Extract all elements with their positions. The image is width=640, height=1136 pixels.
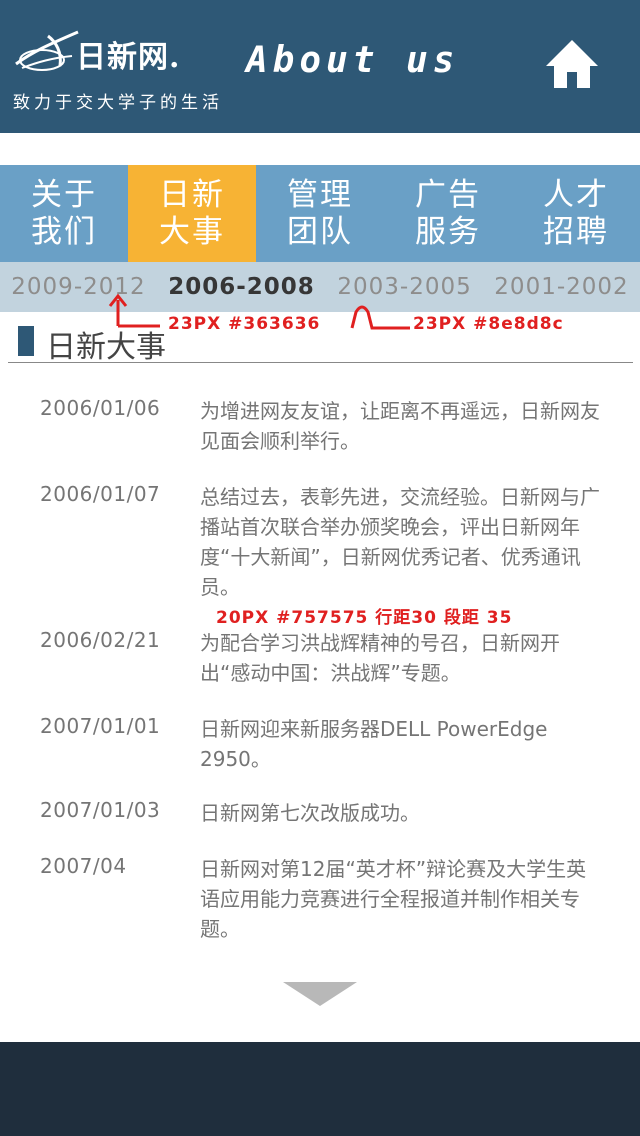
home-button[interactable] — [544, 38, 600, 92]
nav-item-label: 关于我们 — [31, 176, 97, 250]
nav-item-label: 人才招聘 — [543, 176, 609, 250]
logo-text: 日新网. — [76, 40, 181, 75]
logo-swoosh-icon — [15, 30, 79, 71]
year-tab-2006-2008[interactable]: 2006-2008 — [168, 274, 315, 300]
event-date: 2007/01/01 — [40, 714, 161, 738]
year-tab-2001-2002[interactable]: 2001-2002 — [494, 274, 628, 300]
event-text: 日新网对第12届“英才杯”辩论赛及大学生英语应用能力竞赛进行全程报道并制作相关专… — [200, 857, 587, 941]
year-tab-2003-2005[interactable]: 2003-2005 — [337, 274, 471, 300]
event-text: 日新网迎来新服务器DELL PowerEdge 2950。 — [200, 717, 548, 771]
chevron-down-icon — [283, 982, 357, 1006]
event-date: 2006/01/06 — [40, 396, 161, 420]
event-date: 2006/02/21 — [40, 628, 161, 652]
app-header: 日新网. 致力于交大学子的生活 About us — [0, 0, 640, 133]
annotation-active-year: 23PX #363636 — [168, 314, 321, 334]
event-text: 为增进网友友谊，让距离不再遥远，日新网友见面会顺利举行。 — [200, 399, 600, 453]
event-date: 2007/01/03 — [40, 798, 161, 822]
year-tabs: 2009-2012 2006-2008 2003-2005 2001-2002 — [0, 262, 640, 312]
event-date: 2007/04 — [40, 854, 127, 878]
event-text: 总结过去，表彰先进，交流经验。日新网与广播站首次联合举办颁奖晚会，评出日新网年度… — [200, 485, 600, 599]
nav-item-events[interactable]: 日新大事 — [128, 165, 256, 262]
nav-item-ads[interactable]: 广告服务 — [384, 165, 512, 262]
section-title: 日新大事 — [46, 330, 166, 365]
page-title: About us — [246, 40, 460, 81]
section-divider — [8, 362, 633, 363]
page-footer — [0, 1042, 640, 1136]
annotation-inactive-year: 23PX #8e8d8c — [413, 314, 564, 334]
nav-item-team[interactable]: 管理团队 — [256, 165, 384, 262]
nav-item-about[interactable]: 关于我们 — [0, 165, 128, 262]
load-more-button[interactable] — [283, 982, 357, 1006]
event-text: 日新网第七次改版成功。 — [200, 801, 420, 825]
section-marker — [18, 326, 34, 356]
slogan: 致力于交大学子的生活 — [13, 93, 223, 113]
year-tab-2009-2012[interactable]: 2009-2012 — [11, 274, 145, 300]
site-logo[interactable]: 日新网. — [12, 22, 222, 78]
event-text: 为配合学习洪战辉精神的号召，日新网开出“感动中国：洪战辉”专题。 — [200, 631, 560, 685]
nav-item-label: 日新大事 — [159, 176, 225, 250]
home-icon — [546, 40, 598, 88]
nav-item-label: 广告服务 — [415, 176, 481, 250]
nav-item-jobs[interactable]: 人才招聘 — [512, 165, 640, 262]
annotation-body-text: 20PX #757575 行距30 段距 35 — [216, 608, 513, 628]
event-date: 2006/01/07 — [40, 482, 161, 506]
main-nav: 关于我们 日新大事 管理团队 广告服务 人才招聘 — [0, 165, 640, 262]
nav-item-label: 管理团队 — [287, 176, 353, 250]
